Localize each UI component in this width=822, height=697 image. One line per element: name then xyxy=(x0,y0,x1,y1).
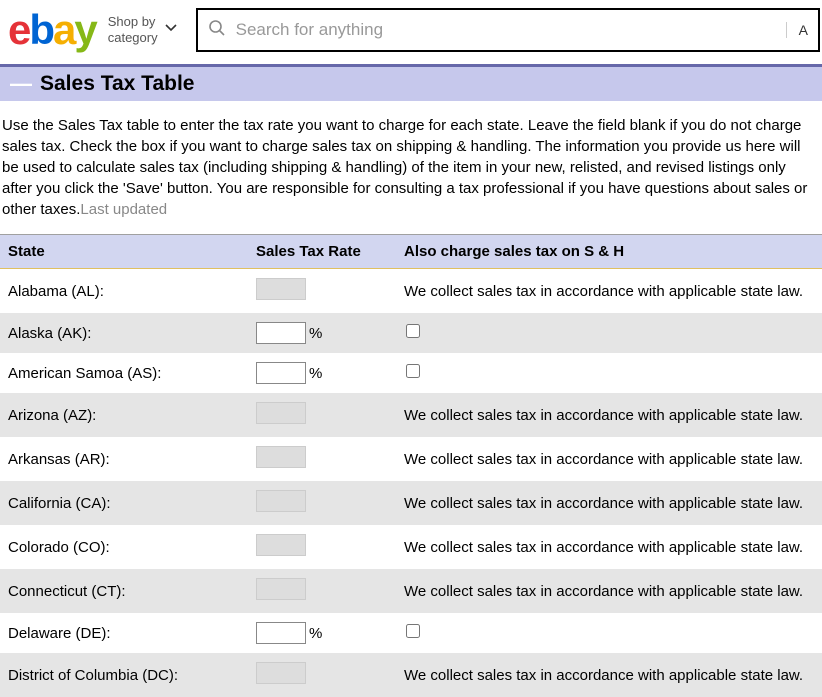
logo-letter-y: y xyxy=(74,9,95,51)
sh-checkbox[interactable] xyxy=(406,324,420,338)
logo-letter-a: a xyxy=(53,9,74,51)
tax-rate-disabled xyxy=(256,278,306,300)
tax-rate-disabled xyxy=(256,446,306,468)
title-collapse-icon: — xyxy=(10,71,32,97)
logo-letter-b: b xyxy=(29,9,53,51)
search-category-select[interactable]: A xyxy=(786,22,808,38)
sh-cell: We collect sales tax in accordance with … xyxy=(398,525,822,569)
search-bar: A xyxy=(196,8,820,52)
percent-label: % xyxy=(309,365,322,382)
sh-cell xyxy=(398,353,822,393)
chevron-down-icon xyxy=(164,21,178,39)
rate-cell: % xyxy=(250,613,398,653)
sh-cell xyxy=(398,313,822,353)
rate-cell: % xyxy=(250,313,398,353)
tax-rate-disabled xyxy=(256,662,306,684)
sh-cell: We collect sales tax in accordance with … xyxy=(398,481,822,525)
tax-rate-input[interactable] xyxy=(256,362,306,384)
rate-cell xyxy=(250,437,398,481)
search-input[interactable] xyxy=(236,20,770,40)
column-header-state: State xyxy=(0,235,250,269)
state-cell: Colorado (CO): xyxy=(0,525,250,569)
percent-label: % xyxy=(309,625,322,642)
column-header-rate: Sales Tax Rate xyxy=(250,235,398,269)
state-cell: Alabama (AL): xyxy=(0,269,250,314)
state-cell: Delaware (DE): xyxy=(0,613,250,653)
search-icon xyxy=(208,19,226,42)
sh-cell: We collect sales tax in accordance with … xyxy=(398,393,822,437)
table-row: Colorado (CO): We collect sales tax in ac… xyxy=(0,525,822,569)
tax-rate-disabled xyxy=(256,402,306,424)
state-cell: American Samoa (AS): xyxy=(0,353,250,393)
table-row: Arkansas (AR): We collect sales tax in ac… xyxy=(0,437,822,481)
table-row: American Samoa (AS):% xyxy=(0,353,822,393)
sales-tax-table: State Sales Tax Rate Also charge sales t… xyxy=(0,234,822,697)
rate-cell xyxy=(250,653,398,697)
table-row: Delaware (DE):% xyxy=(0,613,822,653)
sh-checkbox[interactable] xyxy=(406,364,420,378)
table-header-row: State Sales Tax Rate Also charge sales t… xyxy=(0,235,822,269)
tax-rate-disabled xyxy=(256,534,306,556)
table-row: Connecticut (CT): We collect sales tax in… xyxy=(0,569,822,613)
state-cell: Alaska (AK): xyxy=(0,313,250,353)
table-row: Alaska (AK):% xyxy=(0,313,822,353)
table-row: District of Columbia (DC): We collect sal… xyxy=(0,653,822,697)
state-cell: District of Columbia (DC): xyxy=(0,653,250,697)
shop-by-category[interactable]: Shop by category xyxy=(108,14,178,45)
rate-cell xyxy=(250,393,398,437)
rate-cell xyxy=(250,269,398,314)
rate-cell xyxy=(250,569,398,613)
rate-cell xyxy=(250,525,398,569)
state-cell: Arkansas (AR): xyxy=(0,437,250,481)
table-row: California (CA): We collect sales tax in … xyxy=(0,481,822,525)
sh-cell: We collect sales tax in accordance with … xyxy=(398,569,822,613)
state-cell: California (CA): xyxy=(0,481,250,525)
column-header-sh: Also charge sales tax on S & H xyxy=(398,235,822,269)
sh-cell: We collect sales tax in accordance with … xyxy=(398,437,822,481)
state-cell: Arizona (AZ): xyxy=(0,393,250,437)
tax-rate-input[interactable] xyxy=(256,322,306,344)
tax-rate-input[interactable] xyxy=(256,622,306,644)
rate-cell: % xyxy=(250,353,398,393)
title-bar: — Sales Tax Table xyxy=(0,64,822,101)
percent-label: % xyxy=(309,325,322,342)
logo-letter-e: e xyxy=(8,9,29,51)
sh-cell: We collect sales tax in accordance with … xyxy=(398,269,822,314)
last-updated-label: Last updated xyxy=(80,201,167,218)
table-row: Alabama (AL): We collect sales tax in acc… xyxy=(0,269,822,314)
table-row: Arizona (AZ): We collect sales tax in acc… xyxy=(0,393,822,437)
state-cell: Connecticut (CT): xyxy=(0,569,250,613)
tax-rate-disabled xyxy=(256,490,306,512)
sh-checkbox[interactable] xyxy=(406,624,420,638)
page-title: Sales Tax Table xyxy=(40,72,194,96)
ebay-logo[interactable]: e b a y xyxy=(8,9,96,51)
rate-cell xyxy=(250,481,398,525)
sh-cell: We collect sales tax in accordance with … xyxy=(398,653,822,697)
tax-rate-disabled xyxy=(256,578,306,600)
sh-cell xyxy=(398,613,822,653)
description: Use the Sales Tax table to enter the tax… xyxy=(0,101,822,234)
header: e b a y Shop by category A xyxy=(0,0,822,62)
shop-by-category-label: Shop by category xyxy=(108,14,158,45)
